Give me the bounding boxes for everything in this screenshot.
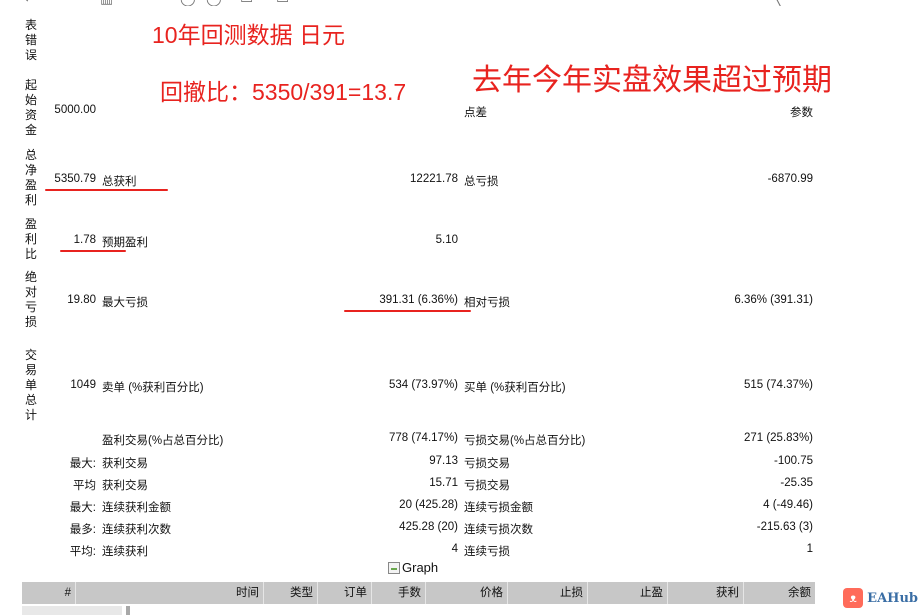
gross-profit-label: 总获利 [102,176,137,188]
average-prefix: 平均 [73,480,96,492]
avg-prefix: 平均: [69,546,96,558]
col-take-profit[interactable]: 止盈 [588,582,668,604]
loss-trades-label: 亏损交易(%占总百分比) [464,435,586,447]
gross-profit-value: 12221.78 [410,173,458,185]
max-prefix: 最大: [69,502,96,514]
largest-loss-label: 亏损交易 [464,458,510,470]
red-underline-profit-ratio [60,250,126,252]
max-consec-loss-value: -215.63 (3) [756,521,813,533]
eahub-text: EAHub [867,590,918,606]
avg-consec-losses-value: 1 [806,543,813,555]
label-profit-ratio: 盈利比 [24,217,37,261]
max-consec-wins-label: 连续获利金额 [102,502,171,514]
profit-ratio-value: 1.78 [73,234,96,246]
long-positions-label: 买单 (%获利百分比) [464,382,566,394]
col-balance[interactable]: 余额 [744,582,815,604]
col-time[interactable]: 时间 [76,582,264,604]
gross-loss-value: -6870.99 [767,173,813,185]
annotation-title: 10年回测数据 日元 [152,22,345,48]
label-absolute-loss: 绝对亏损 [24,270,37,329]
eahub-logo-icon: ᴥ [843,588,864,608]
profit-trades-label: 盈利交易(%占总百分比) [102,435,224,447]
largest-prefix: 最大: [69,458,96,470]
toolbar-icon[interactable]: ▥ [100,0,113,6]
average-profit-value: 15.71 [429,477,458,489]
window-control-icon[interactable]: ╲ [772,0,780,6]
eahub-watermark: ᴥ EAHub [843,588,918,608]
col-stop-loss[interactable]: 止损 [508,582,588,604]
annotation-drawdown-ratio: 回撤比：5350/391=13.7 [160,79,407,105]
avg-consec-wins-label: 连续获利 [102,546,148,558]
print-icon[interactable]: ▭ [240,0,253,6]
zoom-in-icon[interactable]: ◯ [180,0,196,6]
max-consec-profit-label: 连续获利次数 [102,524,171,536]
avg-consec-wins-value: 4 [451,543,458,555]
col-price[interactable]: 价格 [426,582,508,604]
horizontal-scrollbar-thumb[interactable] [126,606,130,615]
red-underline-max-drawdown [344,310,471,312]
expected-payoff-value: 5.10 [435,234,458,246]
average-loss-value: -25.35 [780,477,813,489]
max-drawdown-label: 最大亏损 [102,297,148,309]
initial-capital-value: 5000.00 [54,104,96,116]
max-consec-losses-value: 4 (-49.46) [763,499,813,511]
col-order[interactable]: 订单 [318,582,372,604]
short-positions-label: 卖单 (%获利百分比) [102,382,204,394]
absolute-drawdown-value: 19.80 [67,294,96,306]
label-total-trades: 交易单总计 [24,348,37,422]
col-profit[interactable]: 获利 [668,582,744,604]
spread-label: 点差 [464,107,487,119]
max-drawdown-value: 391.31 (6.36%) [379,294,458,306]
broken-image-icon [388,561,400,574]
average-loss-label: 亏损交易 [464,480,510,492]
graph-image-placeholder: Graph [388,560,438,575]
expected-payoff-label: 预期盈利 [102,237,148,249]
relative-drawdown-label: 相对亏损 [464,297,510,309]
average-profit-label: 获利交易 [102,480,148,492]
col-number[interactable]: # [22,582,76,604]
cropped-toolbar: ⟵ ▥ ◯ ◯ ▭ ▭ ╲ [0,0,924,6]
zoom-out-icon[interactable]: ◯ [206,0,222,6]
trade-table-header: # 时间 类型 订单 手数 价格 止损 止盈 获利 余额 [22,582,815,604]
loss-trades-value: 271 (25.83%) [743,432,813,444]
most-prefix: 最多: [69,524,96,536]
avg-consec-losses-label: 连续亏损 [464,546,510,558]
profit-trades-value: 778 (74.17%) [388,432,458,444]
col-lots[interactable]: 手数 [372,582,426,604]
total-trades-value: 1049 [70,379,96,391]
max-consec-losses-label: 连续亏损金额 [464,502,533,514]
horizontal-scrollbar-track[interactable] [22,606,122,615]
short-positions-value: 534 (73.97%) [388,379,458,391]
long-positions-value: 515 (74.37%) [743,379,813,391]
params-label: 参数 [790,107,813,119]
graph-alt-text: Graph [402,560,439,575]
label-report-error: 表错误 [24,18,37,62]
label-total-net-profit: 总净盈利 [24,148,37,207]
max-consec-wins-value: 20 (425.28) [399,499,458,511]
max-consec-loss-label: 连续亏损次数 [464,524,533,536]
largest-loss-value: -100.75 [773,455,813,467]
label-initial-capital: 起始资金 [24,78,37,137]
red-underline-net-profit [45,189,168,191]
annotation-live-note: 去年今年实盘效果超过预期 [472,64,832,97]
col-type[interactable]: 类型 [264,582,318,604]
relative-drawdown-value: 6.36% (391.31) [734,294,813,306]
back-arrow-icon[interactable]: ⟵ [24,0,44,6]
gross-loss-label: 总亏损 [464,176,499,188]
share-icon[interactable]: ▭ [276,0,289,6]
max-consec-profit-value: 425.28 (20) [399,521,458,533]
largest-profit-value: 97.13 [429,455,458,467]
largest-profit-label: 获利交易 [102,458,148,470]
net-profit-value: 5350.79 [54,173,96,185]
